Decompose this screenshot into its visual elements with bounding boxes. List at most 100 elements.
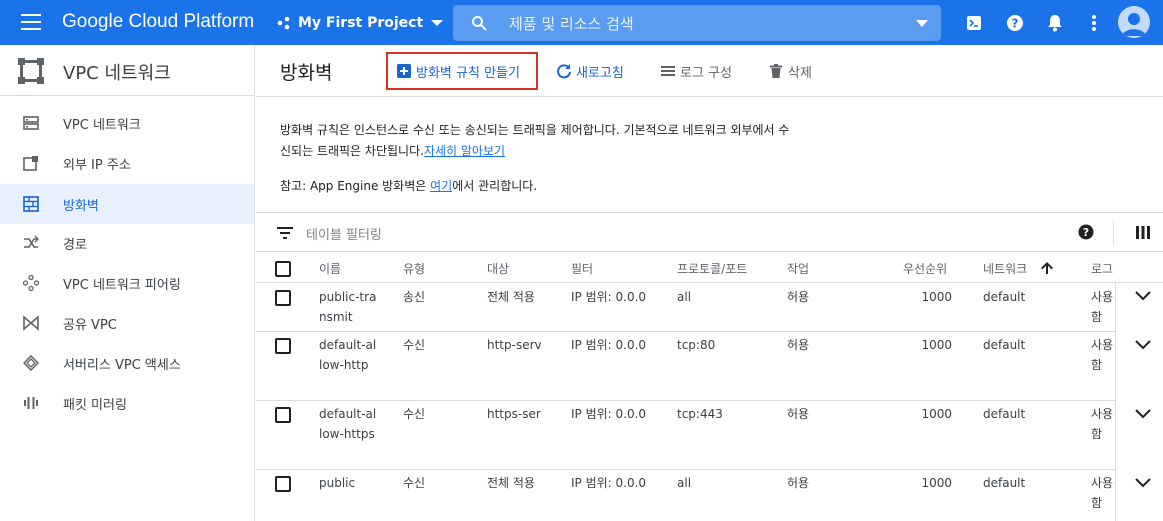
expand-row-chevron-icon[interactable] <box>1135 291 1151 301</box>
cloud-shell-icon[interactable] <box>962 11 986 35</box>
cell-type: 송신 <box>403 290 426 304</box>
sidebar-item-vpc-network[interactable]: VPC 네트워크 <box>0 103 254 143</box>
expand-row-chevron-icon[interactable] <box>1135 340 1151 350</box>
column-header-logs[interactable]: 로그 <box>1091 260 1113 277</box>
table-row[interactable]: public-transmit 송신 전체 적용 IP 범위: 0.0.0 al… <box>256 283 1115 332</box>
row-checkbox[interactable] <box>275 476 291 492</box>
cell-priority: 1000 <box>921 476 952 490</box>
cell-name[interactable]: default-allow-http <box>319 335 379 375</box>
more-vert-icon[interactable] <box>1082 11 1106 35</box>
cell-target: 전체 적용 <box>487 476 535 490</box>
column-header-name[interactable]: 이름 <box>319 260 341 277</box>
sort-ascending-icon[interactable] <box>1040 261 1054 275</box>
notifications-icon[interactable] <box>1043 11 1067 35</box>
cell-logs: 사용 함 <box>1091 476 1114 510</box>
select-all-checkbox[interactable] <box>275 261 291 277</box>
search-placeholder: 제품 및 리소스 검색 <box>509 15 634 33</box>
brand-title[interactable]: Google Cloud Platform <box>62 11 254 33</box>
cell-protocol: all <box>677 290 692 304</box>
refresh-button[interactable]: 새로고침 <box>556 52 624 90</box>
cell-protocol: tcp:80 <box>677 338 716 352</box>
column-header-network[interactable]: 네트워크 <box>983 260 1027 277</box>
table-filter-input[interactable]: 테이블 필터링 <box>306 224 382 243</box>
routes-icon <box>24 235 39 248</box>
cell-name[interactable]: default-allow-https <box>319 404 379 444</box>
configure-logs-label: 로그 구성 <box>680 65 732 81</box>
project-name: My First Project <box>298 15 424 31</box>
cell-target: http-serv <box>487 338 541 352</box>
cell-name[interactable]: public <box>319 473 379 493</box>
delete-button[interactable]: 삭제 <box>768 52 812 90</box>
cell-target: https-ser <box>487 407 541 421</box>
app-engine-note: 참고: App Engine 방화벽은 여기에서 관리합니다. <box>280 176 537 196</box>
external-ip-icon <box>23 156 38 171</box>
here-link[interactable]: 여기 <box>430 179 452 193</box>
help-icon[interactable]: ? <box>1078 224 1094 240</box>
cell-network[interactable]: default <box>983 473 1025 493</box>
sidebar-item-firewall[interactable]: 방화벽 <box>0 184 254 224</box>
table-row[interactable]: default-allow-https 수신 https-ser IP 범위: … <box>256 401 1115 470</box>
sidebar-item-packet-mirroring[interactable]: 패킷 미러링 <box>0 383 254 423</box>
add-box-icon <box>397 64 411 78</box>
cell-action: 허용 <box>787 476 810 490</box>
cell-protocol: all <box>677 476 692 490</box>
column-header-filter[interactable]: 필터 <box>571 260 593 277</box>
table-header: 이름 유형 대상 필터 프로토콜/포트 작업 우선순위 네트워크 로그 <box>256 253 1163 283</box>
sidebar-item-shared-vpc[interactable]: 공유 VPC <box>0 303 254 343</box>
cell-network[interactable]: default <box>983 404 1025 424</box>
toolbar-divider <box>1113 221 1114 245</box>
vpc-network-icon <box>23 116 39 130</box>
learn-more-link[interactable]: 자세히 알아보기 <box>424 144 505 158</box>
expand-row-chevron-icon[interactable] <box>1135 478 1151 488</box>
sidebar-item-label: 공유 VPC <box>63 318 117 333</box>
column-header-target[interactable]: 대상 <box>487 260 509 277</box>
configure-logs-button[interactable]: 로그 구성 <box>660 52 732 90</box>
cell-target: 전체 적용 <box>487 290 535 304</box>
cell-type: 수신 <box>403 476 426 490</box>
table-filter-bar: 테이블 필터링 ? <box>256 212 1163 252</box>
sidebar-item-label: VPC 네트워크 <box>63 118 141 133</box>
sidebar-item-serverless[interactable]: 서버리스 VPC 액세스 <box>0 343 254 383</box>
sidebar-item-external-ip[interactable]: 외부 IP 주소 <box>0 143 254 183</box>
delete-label: 삭제 <box>788 65 812 81</box>
cell-action: 허용 <box>787 290 810 304</box>
column-header-priority[interactable]: 우선순위 <box>903 260 947 277</box>
column-display-icon[interactable] <box>1136 226 1150 239</box>
project-selector[interactable]: My First Project <box>276 12 444 34</box>
trash-icon <box>770 64 782 78</box>
refresh-label: 새로고침 <box>576 65 624 81</box>
cell-name[interactable]: public-transmit <box>319 287 379 327</box>
svg-text:?: ? <box>1083 226 1089 239</box>
search-input[interactable]: 제품 및 리소스 검색 <box>453 5 941 41</box>
search-dropdown-icon[interactable] <box>916 20 928 27</box>
create-firewall-rule-button[interactable]: 방화벽 규칙 만들기 <box>386 52 538 90</box>
table-row[interactable]: default-allow-http 수신 http-serv IP 범위: 0… <box>256 332 1115 401</box>
help-icon[interactable]: ? <box>1003 11 1027 35</box>
cell-logs: 사용 함 <box>1091 407 1114 441</box>
header-divider <box>256 96 1163 97</box>
sidebar-item-peering[interactable]: VPC 네트워크 피어링 <box>0 263 254 303</box>
menu-icon[interactable] <box>21 14 41 30</box>
column-header-protocol[interactable]: 프로토콜/포트 <box>677 260 747 277</box>
row-checkbox[interactable] <box>275 338 291 354</box>
row-checkbox[interactable] <box>275 290 291 306</box>
cell-network[interactable]: default <box>983 287 1025 307</box>
sidebar-item-label: VPC 네트워크 피어링 <box>63 278 181 293</box>
column-header-action[interactable]: 작업 <box>787 260 809 277</box>
cell-filter: IP 범위: 0.0.0 <box>571 290 647 304</box>
refresh-icon <box>557 64 571 79</box>
list-icon <box>661 66 675 76</box>
sidebar-item-routes[interactable]: 경로 <box>0 223 254 263</box>
peering-icon <box>23 275 39 291</box>
chevron-down-icon <box>431 20 444 26</box>
project-dots-icon <box>277 16 290 30</box>
avatar[interactable] <box>1118 6 1150 38</box>
cell-priority: 1000 <box>921 407 952 421</box>
sidebar-header: VPC 네트워크 <box>0 45 254 96</box>
cell-network[interactable]: default <box>983 335 1025 355</box>
row-checkbox[interactable] <box>275 407 291 423</box>
column-header-type[interactable]: 유형 <box>403 260 425 277</box>
shared-vpc-icon <box>23 315 39 331</box>
table-row[interactable]: public 수신 전체 적용 IP 범위: 0.0.0 all 허용 1000… <box>256 470 1115 521</box>
expand-row-chevron-icon[interactable] <box>1135 409 1151 419</box>
